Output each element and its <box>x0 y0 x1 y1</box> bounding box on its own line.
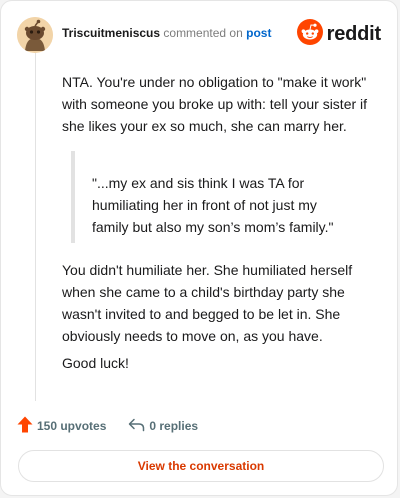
comment-paragraph-1: NTA. You're under no obligation to "make… <box>62 74 368 134</box>
reddit-wordmark: reddit <box>326 22 382 45</box>
comment-actions: 150 upvotes 0 replies <box>17 415 198 437</box>
comment-paragraph-3: Good luck! <box>62 355 129 371</box>
view-conversation-button[interactable]: View the conversation <box>18 450 384 482</box>
upvotes-button[interactable]: 150 upvotes <box>17 416 106 436</box>
blockquote-text: "...my ex and sis think I was TA for hum… <box>92 175 334 235</box>
comment-paragraph-2: You didn't humiliate her. She humiliated… <box>62 262 353 344</box>
comment-embed-card: Triscuitmeniscus commented on post reddi… <box>0 0 398 496</box>
reply-arrow-icon <box>128 418 145 435</box>
thread-line <box>35 53 36 401</box>
upvote-arrow-icon <box>17 416 33 436</box>
blockquote: "...my ex and sis think I was TA for hum… <box>71 151 356 243</box>
snoo-avatar-icon[interactable] <box>17 17 53 53</box>
reply-count: 0 replies <box>149 419 199 433</box>
post-link[interactable]: post <box>246 26 271 40</box>
reddit-logo-icon <box>296 18 323 50</box>
action-text: commented on <box>163 26 243 40</box>
reddit-brand[interactable]: reddit <box>296 18 382 50</box>
username-link[interactable]: Triscuitmeniscus <box>62 26 160 40</box>
comment-header: Triscuitmeniscus commented on post reddi… <box>17 16 382 53</box>
upvote-count: 150 upvotes <box>37 419 107 433</box>
comment-meta: Triscuitmeniscus commented on post <box>62 26 271 40</box>
replies-button[interactable]: 0 replies <box>128 418 198 435</box>
